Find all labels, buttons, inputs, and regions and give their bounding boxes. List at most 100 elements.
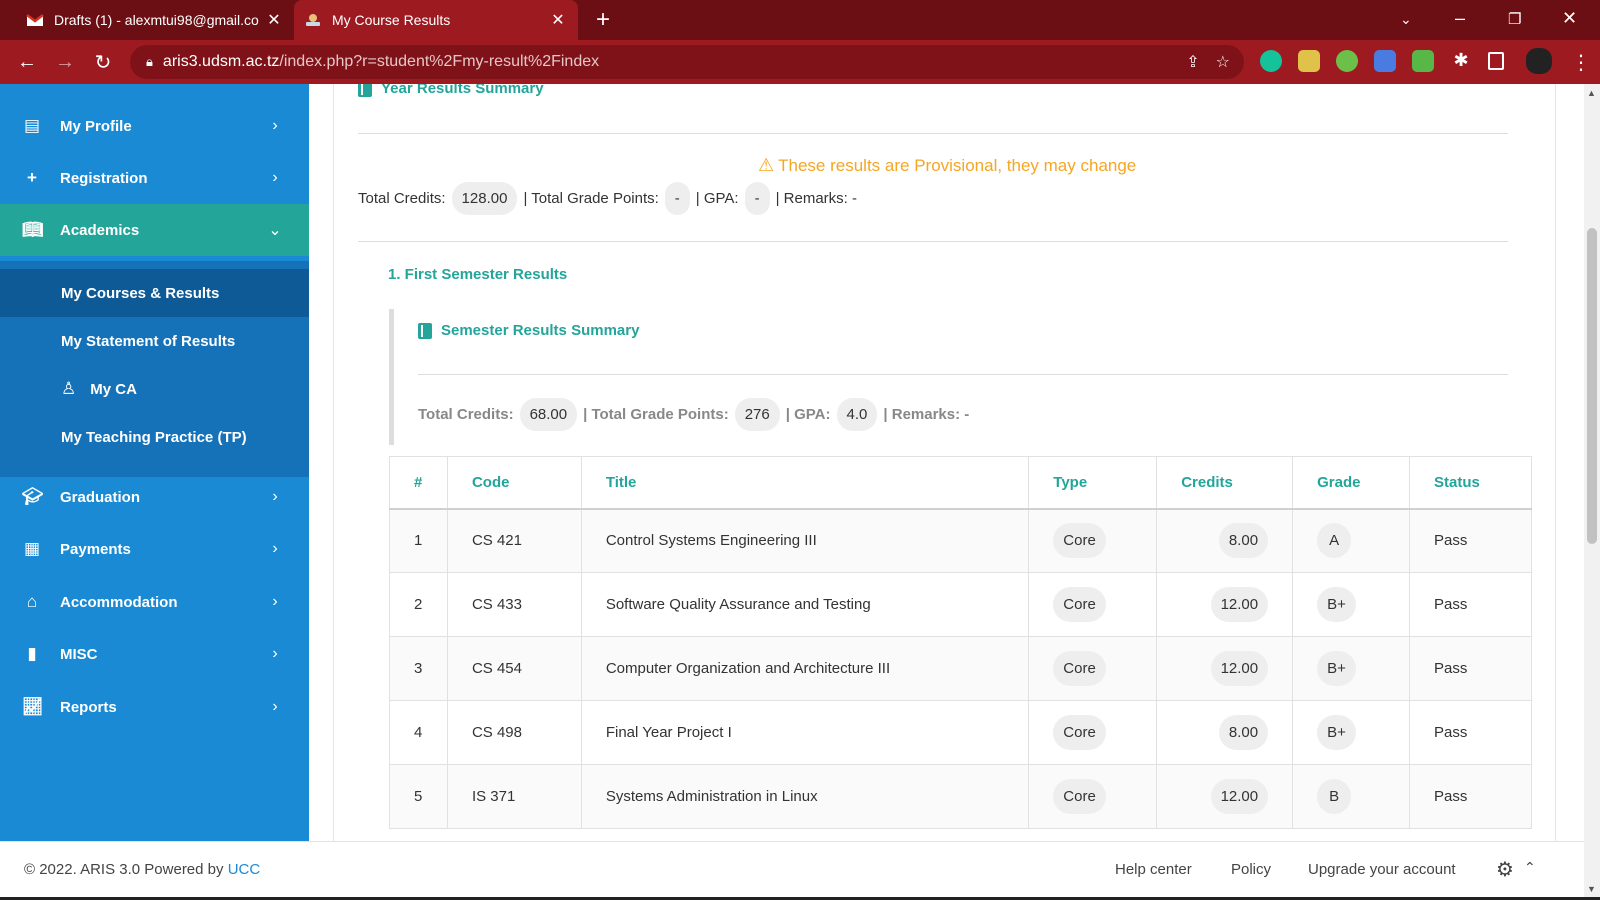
divider — [358, 241, 1508, 242]
grade-points-label: | Total Grade Points: — [583, 406, 729, 423]
remarks-label: | Remarks: - — [775, 190, 857, 207]
graduation-cap-icon: 🎓︎ — [22, 487, 44, 506]
sidebar-item-registration[interactable]: + Registration › — [0, 152, 309, 204]
new-tab-button[interactable]: + — [596, 6, 610, 34]
course-type-badge: Core — [1053, 523, 1106, 559]
scroll-down-arrow-icon[interactable]: ▼ — [1587, 884, 1596, 894]
gpa-label: | GPA: — [785, 406, 831, 423]
forward-icon[interactable]: → — [46, 51, 84, 74]
settings-gear-icon[interactable]: ⚙ — [1496, 857, 1514, 882]
translate-extension-icon[interactable] — [1374, 50, 1396, 72]
upgrade-account-link[interactable]: Upgrade your account — [1308, 861, 1456, 878]
reload-icon[interactable]: ↻ — [84, 50, 122, 75]
extensions-puzzle-icon[interactable]: ✱ — [1450, 50, 1472, 72]
sidebar-item-accommodation[interactable]: ⌂ Accommodation › — [0, 576, 309, 628]
extension-icon[interactable] — [1298, 50, 1320, 72]
total-grade-points-value: 276 — [734, 398, 780, 431]
course-credits-cell: 12.00 — [1156, 572, 1294, 637]
ucc-link[interactable]: UCC — [228, 861, 261, 878]
sidebar-item-label: Academics — [60, 221, 140, 239]
tab-gmail-drafts[interactable]: Drafts (1) - alexmtui98@gmail.co ✕ — [16, 0, 294, 40]
grammarly-extension-icon[interactable] — [1260, 50, 1282, 72]
course-type-cell: Core — [1028, 636, 1158, 701]
course-grade-cell: B+ — [1292, 636, 1411, 701]
semester-results-summary-header[interactable]: Semester Results Summary — [418, 322, 639, 339]
semester-title[interactable]: 1. First Semester Results — [388, 266, 567, 283]
sidebar-subitem-statement-of-results[interactable]: My Statement of Results — [0, 317, 309, 365]
policy-link[interactable]: Policy — [1231, 861, 1271, 878]
course-status: Pass — [1409, 572, 1532, 637]
browser-tab-bar: Drafts (1) - alexmtui98@gmail.co ✕ My Co… — [0, 0, 1600, 40]
sidebar-subitem-label: My Courses & Results — [61, 284, 220, 302]
window-close-icon[interactable]: ✕ — [1562, 8, 1577, 29]
sidebar-subitem-my-courses-results[interactable]: My Courses & Results — [0, 269, 309, 317]
course-credits-badge: 8.00 — [1218, 523, 1269, 559]
sidebar-item-graduation[interactable]: 🎓︎ Graduation › — [0, 471, 309, 523]
scrollbar-thumb[interactable] — [1587, 228, 1597, 544]
sidebar-item-payments[interactable]: ▦ Payments › — [0, 523, 309, 575]
course-status: Pass — [1409, 700, 1532, 765]
column-header-number[interactable]: # — [389, 456, 448, 510]
column-header-credits[interactable]: Credits — [1156, 456, 1294, 510]
sidebar-item-my-profile[interactable]: ▤ My Profile › — [0, 100, 309, 152]
chevron-right-icon: › — [272, 593, 278, 610]
scroll-up-arrow-icon[interactable]: ▲ — [1587, 88, 1596, 98]
close-tab-icon[interactable]: ✕ — [546, 10, 570, 30]
bookmark-star-icon[interactable]: ☆ — [1216, 52, 1230, 72]
minimize-icon[interactable]: – — [1455, 8, 1465, 29]
sidebar-item-misc[interactable]: ▮ MISC › — [0, 628, 309, 680]
year-results-summary-header[interactable]: Year Results Summary — [358, 84, 544, 97]
chevron-up-icon[interactable]: ⌃ — [1524, 859, 1536, 876]
tab-my-course-results[interactable]: My Course Results ✕ — [294, 0, 578, 40]
extension-icon[interactable] — [1336, 50, 1358, 72]
semester-stats: Total Credits: 68.00 | Total Grade Point… — [418, 398, 969, 431]
course-grade-badge: A — [1317, 523, 1352, 559]
side-panel-icon[interactable] — [1488, 52, 1504, 70]
restore-icon[interactable]: ❐ — [1508, 10, 1521, 28]
download-extension-icon[interactable] — [1412, 50, 1434, 72]
course-grade-badge: B+ — [1317, 715, 1356, 750]
column-header-status[interactable]: Status — [1409, 456, 1532, 510]
sidebar-item-academics[interactable]: 📖︎ Academics ⌄ — [0, 204, 309, 256]
column-header-type[interactable]: Type — [1028, 456, 1158, 510]
course-grade-badge: B+ — [1317, 651, 1356, 686]
sidebar-item-reports[interactable]: 📈︎ Reports › — [0, 681, 309, 733]
course-credits-cell: 8.00 — [1156, 508, 1294, 573]
column-header-code[interactable]: Code — [446, 456, 582, 510]
year-summary-title: Year Results Summary — [381, 84, 544, 97]
course-code: CS 498 — [446, 700, 582, 765]
course-type-badge: Core — [1053, 715, 1106, 750]
tab-search-icon[interactable]: ⌄ — [1400, 11, 1412, 28]
row-number: 5 — [389, 764, 448, 829]
lock-icon: 🔒︎ — [146, 54, 153, 69]
share-icon[interactable]: ⇪ — [1186, 52, 1199, 72]
total-credits-value: 68.00 — [519, 398, 578, 431]
course-title: Control Systems Engineering III — [580, 508, 1030, 573]
grade-points-label: | Total Grade Points: — [523, 190, 659, 207]
course-code: CS 433 — [446, 572, 582, 637]
plus-icon: + — [27, 168, 37, 187]
close-tab-icon[interactable]: ✕ — [262, 10, 286, 30]
help-center-link[interactable]: Help center — [1115, 861, 1192, 878]
address-bar[interactable]: 🔒︎ aris3.udsm.ac.tz/index.php?r=student%… — [130, 45, 1244, 79]
table-header-row: # Code Title Type Credits Grade Status — [389, 456, 1532, 510]
profile-avatar[interactable] — [1526, 48, 1552, 74]
sidebar-subitem-my-ca[interactable]: ♙ My CA — [0, 365, 309, 413]
credits-label: Total Credits: — [418, 406, 514, 423]
url-path: /index.php?r=student%2Fmy-result%2Findex — [279, 53, 600, 70]
course-credits-badge: 12.00 — [1210, 779, 1269, 814]
main-content: Year Results Summary ⚠ These results are… — [333, 84, 1556, 841]
vertical-scrollbar[interactable]: ▲ ▼ — [1584, 84, 1600, 900]
notebook-icon — [358, 84, 372, 97]
column-header-grade[interactable]: Grade — [1292, 456, 1411, 510]
course-credits-badge: 12.00 — [1210, 587, 1269, 622]
course-results-table: # Code Title Type Credits Grade Status 1… — [389, 456, 1532, 829]
academics-submenu: My Courses & Results My Statement of Res… — [0, 261, 309, 477]
total-credits-value: 128.00 — [451, 182, 518, 215]
aris-icon — [306, 14, 320, 26]
gpa-label: | GPA: — [695, 190, 739, 207]
browser-menu-icon[interactable]: ⋮ — [1562, 50, 1600, 75]
column-header-title[interactable]: Title — [580, 456, 1030, 510]
back-icon[interactable]: ← — [8, 51, 46, 74]
sidebar-subitem-teaching-practice[interactable]: My Teaching Practice (TP) — [0, 413, 309, 461]
